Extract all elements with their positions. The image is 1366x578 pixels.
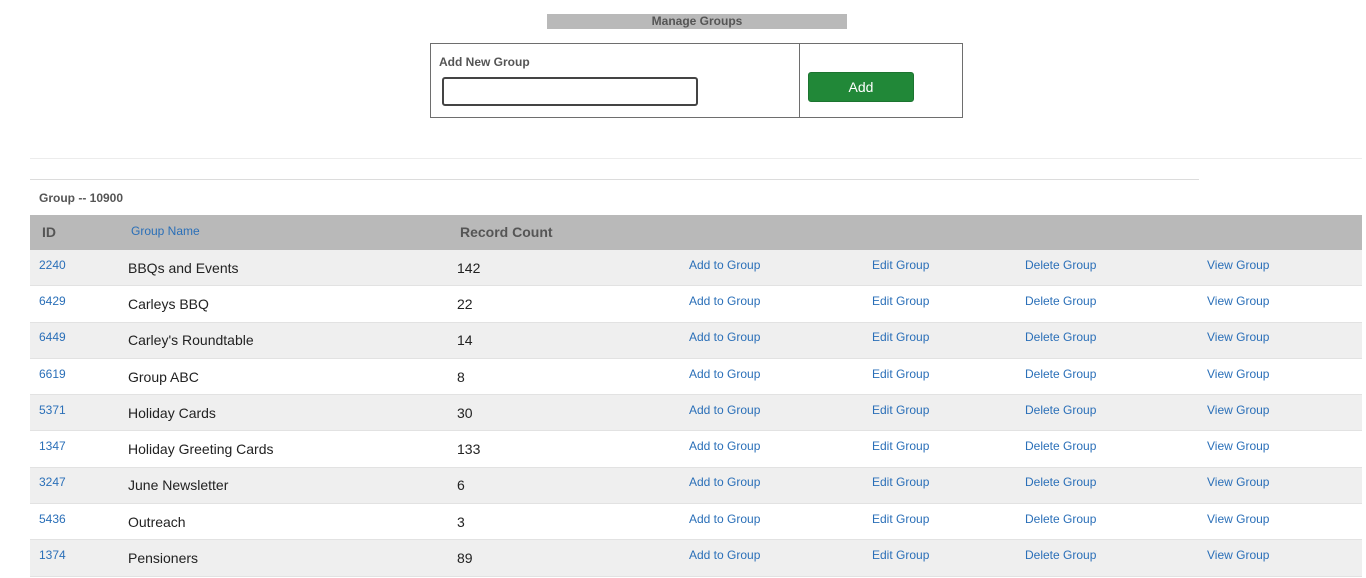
- group-id-link[interactable]: 6619: [39, 367, 66, 381]
- group-name: Outreach: [128, 513, 186, 530]
- edit-group-link[interactable]: Edit Group: [872, 330, 929, 344]
- record-count: 8: [457, 368, 465, 385]
- group-name: Carleys BBQ: [128, 295, 209, 312]
- group-id-link[interactable]: 6429: [39, 294, 66, 308]
- divider: [30, 158, 1362, 159]
- add-group-panel: Add New Group Add: [430, 43, 963, 118]
- table-row: 5436 Outreach 3 Add to Group Edit Group …: [30, 504, 1362, 541]
- table-row: 1347 Holiday Greeting Cards 133 Add to G…: [30, 431, 1362, 468]
- group-id-link[interactable]: 3247: [39, 475, 66, 489]
- table-row: 6619 Group ABC 8 Add to Group Edit Group…: [30, 358, 1362, 396]
- edit-group-link[interactable]: Edit Group: [872, 439, 929, 453]
- edit-group-link[interactable]: Edit Group: [872, 294, 929, 308]
- table-row: 1374 Pensioners 89 Add to Group Edit Gro…: [30, 540, 1362, 577]
- add-to-group-link[interactable]: Add to Group: [689, 258, 760, 272]
- add-to-group-link[interactable]: Add to Group: [689, 330, 760, 344]
- record-count: 3: [457, 513, 465, 530]
- group-name: Pensioners: [128, 550, 199, 567]
- group-id-link[interactable]: 6449: [39, 330, 66, 344]
- group-name: Holiday Greeting Cards: [128, 441, 274, 458]
- edit-group-link[interactable]: Edit Group: [872, 367, 929, 381]
- view-group-link[interactable]: View Group: [1207, 258, 1269, 272]
- edit-group-link[interactable]: Edit Group: [872, 258, 929, 272]
- delete-group-link[interactable]: Delete Group: [1025, 439, 1096, 453]
- record-count: 30: [457, 404, 473, 421]
- group-id-link[interactable]: 1374: [39, 548, 66, 562]
- delete-group-link[interactable]: Delete Group: [1025, 475, 1096, 489]
- edit-group-link[interactable]: Edit Group: [872, 548, 929, 562]
- view-group-link[interactable]: View Group: [1207, 294, 1269, 308]
- table-body: 2240 BBQs and Events 142 Add to Group Ed…: [30, 250, 1362, 577]
- add-to-group-link[interactable]: Add to Group: [689, 403, 760, 417]
- group-name: Holiday Cards: [128, 404, 216, 421]
- groups-table: ID Group Name Record Count 2240 BBQs and…: [30, 215, 1362, 577]
- group-name: June Newsletter: [128, 477, 229, 494]
- record-count: 6: [457, 477, 465, 494]
- view-group-link[interactable]: View Group: [1207, 512, 1269, 526]
- page-title: Manage Groups: [547, 14, 847, 29]
- delete-group-link[interactable]: Delete Group: [1025, 403, 1096, 417]
- column-header-id: ID: [42, 224, 56, 240]
- table-row: 6429 Carleys BBQ 22 Add to Group Edit Gr…: [30, 286, 1362, 323]
- view-group-link[interactable]: View Group: [1207, 548, 1269, 562]
- table-header: ID Group Name Record Count: [30, 215, 1362, 250]
- group-id-link[interactable]: 1347: [39, 439, 66, 453]
- add-group-button[interactable]: Add: [808, 72, 914, 102]
- group-id-link[interactable]: 5371: [39, 403, 66, 417]
- group-name: BBQs and Events: [128, 259, 239, 276]
- view-group-link[interactable]: View Group: [1207, 367, 1269, 381]
- edit-group-link[interactable]: Edit Group: [872, 512, 929, 526]
- table-row: 5371 Holiday Cards 30 Add to Group Edit …: [30, 395, 1362, 432]
- group-id-link[interactable]: 5436: [39, 512, 66, 526]
- table-row: 6449 Carley's Roundtable 14 Add to Group…: [30, 322, 1362, 359]
- record-count: 22: [457, 295, 473, 312]
- add-to-group-link[interactable]: Add to Group: [689, 367, 760, 381]
- add-to-group-link[interactable]: Add to Group: [689, 475, 760, 489]
- view-group-link[interactable]: View Group: [1207, 439, 1269, 453]
- view-group-link[interactable]: View Group: [1207, 475, 1269, 489]
- add-to-group-link[interactable]: Add to Group: [689, 294, 760, 308]
- delete-group-link[interactable]: Delete Group: [1025, 548, 1096, 562]
- column-header-record-count: Record Count: [460, 224, 553, 240]
- add-group-form: Add New Group: [431, 44, 800, 117]
- add-to-group-link[interactable]: Add to Group: [689, 512, 760, 526]
- record-count: 89: [457, 550, 473, 567]
- group-id-link[interactable]: 2240: [39, 258, 66, 272]
- column-header-group-name[interactable]: Group Name: [131, 215, 200, 250]
- record-count: 133: [457, 441, 481, 458]
- record-count: 14: [457, 332, 473, 349]
- divider: [30, 179, 1199, 180]
- delete-group-link[interactable]: Delete Group: [1025, 330, 1096, 344]
- add-group-label: Add New Group: [439, 55, 530, 69]
- group-name: Group ABC: [128, 368, 199, 385]
- add-group-actions: Add: [800, 44, 962, 117]
- delete-group-link[interactable]: Delete Group: [1025, 258, 1096, 272]
- new-group-name-input[interactable]: [442, 77, 698, 106]
- delete-group-link[interactable]: Delete Group: [1025, 512, 1096, 526]
- record-count: 142: [457, 259, 481, 276]
- delete-group-link[interactable]: Delete Group: [1025, 294, 1096, 308]
- edit-group-link[interactable]: Edit Group: [872, 475, 929, 489]
- group-caption: Group -- 10900: [39, 191, 124, 205]
- delete-group-link[interactable]: Delete Group: [1025, 367, 1096, 381]
- table-row: 2240 BBQs and Events 142 Add to Group Ed…: [30, 250, 1362, 287]
- view-group-link[interactable]: View Group: [1207, 330, 1269, 344]
- add-to-group-link[interactable]: Add to Group: [689, 548, 760, 562]
- add-to-group-link[interactable]: Add to Group: [689, 439, 760, 453]
- group-name: Carley's Roundtable: [128, 332, 254, 349]
- table-row: 3247 June Newsletter 6 Add to Group Edit…: [30, 467, 1362, 505]
- edit-group-link[interactable]: Edit Group: [872, 403, 929, 417]
- view-group-link[interactable]: View Group: [1207, 403, 1269, 417]
